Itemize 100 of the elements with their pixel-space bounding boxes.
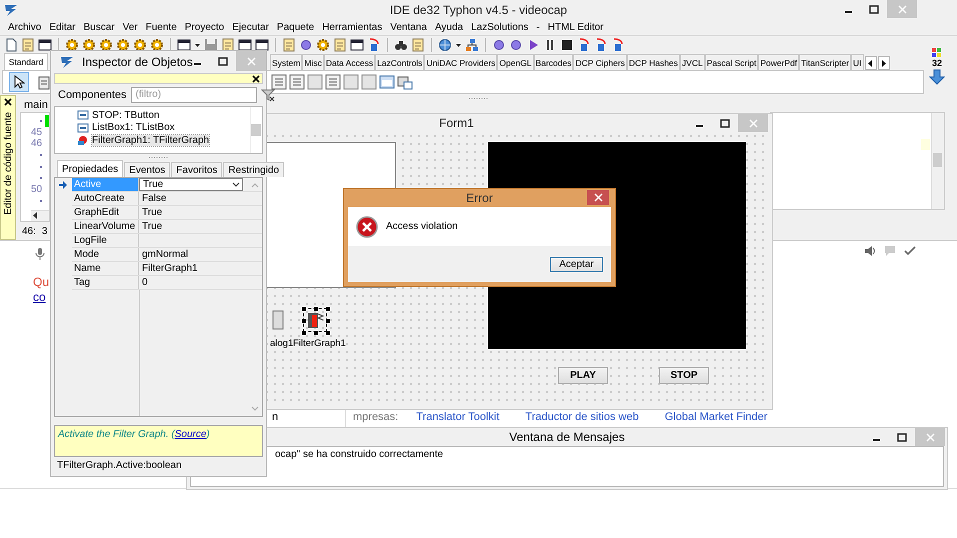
inspector-tab[interactable]: Eventos [124,162,170,177]
palette-tab[interactable]: LazControls [375,54,424,70]
accept-button[interactable]: Aceptar [550,256,603,272]
list-component-icon[interactable] [271,74,287,90]
palette-tab[interactable]: PowerPdf [758,54,800,70]
footer-link[interactable]: Translator Toolkit [416,411,500,423]
maximize-icon[interactable] [869,4,879,14]
tree-item[interactable]: FilterGraph1: TFilterGraph [92,134,210,146]
palette-tab[interactable]: UI [851,54,864,70]
gear-icon[interactable] [82,38,96,52]
filter-field[interactable]: (filtro) [130,86,256,102]
panel-component-icon[interactable] [343,74,359,90]
palette-tab[interactable]: Standard [4,53,48,70]
inspector-tab[interactable]: Restringido [223,162,284,177]
window-icon[interactable] [255,38,269,52]
menu-item[interactable]: Fuente [142,20,181,35]
gear-icon[interactable] [99,38,113,52]
step-arrow-icon[interactable] [611,38,625,52]
close-button[interactable] [587,190,609,205]
footer-link[interactable]: Traductor de sitios web [525,411,639,423]
inspector-tab[interactable]: Favoritos [171,162,222,177]
list-component-icon[interactable] [325,74,341,90]
palette-tab[interactable]: DCP Ciphers [573,54,627,70]
form-button[interactable]: STOP [659,367,709,384]
menu-item[interactable]: Ejecutar [228,20,273,35]
notepad-icon[interactable] [333,38,347,52]
menu-item[interactable]: Ventana [386,20,431,35]
menu-item[interactable]: Buscar [79,20,119,35]
notepad-icon[interactable] [21,38,35,52]
maximize-icon[interactable] [720,118,730,128]
palette-tab[interactable]: TitanScripter [799,54,852,70]
filter-clear-icon[interactable] [260,88,274,102]
notepad-icon[interactable] [221,38,235,52]
panel-component-icon[interactable] [361,74,377,90]
scroll-right-button[interactable] [878,56,890,70]
down-arrow-icon[interactable] [929,69,945,85]
list-component-icon[interactable] [289,74,305,90]
speaker-icon[interactable] [864,245,876,257]
menu-item[interactable]: Ver [118,20,142,35]
menu-item[interactable]: LazSolutions [467,20,532,35]
editor-tab[interactable]: main [20,95,50,112]
window-icon[interactable] [238,38,252,52]
menu-item[interactable]: Herramientas [318,20,386,35]
close-icon[interactable] [252,74,260,82]
menu-item[interactable]: HTML Editor [544,20,608,35]
window-icon[interactable] [38,38,52,52]
network-icon[interactable] [465,38,479,52]
gear-icon[interactable] [65,38,79,52]
checkmark-icon[interactable] [904,245,916,257]
step-arrow-icon[interactable] [367,38,381,52]
menu-item[interactable]: Paquete [272,20,318,35]
pointer-tool[interactable] [9,72,29,92]
palette-tab[interactable]: Misc [302,54,324,70]
filter-component-icon[interactable] [305,310,325,330]
scrollbar-thumb[interactable] [251,124,261,136]
menu-item[interactable]: Editar [45,20,80,35]
palette-tab[interactable]: JVCL [680,54,705,70]
maximize-icon[interactable] [897,432,907,442]
window-icon[interactable] [350,38,364,52]
gear-icon[interactable] [316,38,330,52]
gear-icon[interactable] [150,38,164,52]
microphone-icon[interactable] [35,247,45,261]
step-arrow-icon[interactable] [577,38,591,52]
menu-item[interactable]: - [532,20,544,35]
circle-icon[interactable] [509,38,523,52]
circle-icon[interactable] [299,38,313,52]
tree-item[interactable]: ListBox1: TListBox [92,122,175,134]
palette-tab[interactable]: OpenGL [497,54,534,70]
gear-icon[interactable] [133,38,147,52]
inspector-tab[interactable]: Propiedades [57,160,124,177]
source-link[interactable]: Source [174,429,206,440]
menu-component-icon[interactable] [37,74,51,90]
menu-item[interactable]: Proyecto [180,20,228,35]
circle-icon[interactable] [492,38,506,52]
window-component-icon[interactable] [379,74,395,90]
notepad-icon[interactable] [282,38,296,52]
tree-item[interactable]: STOP: TButton [92,110,160,121]
step-arrow-icon[interactable] [594,38,608,52]
grid-component-icon[interactable] [397,74,413,90]
gear-icon[interactable] [116,38,130,52]
notepad-icon[interactable] [411,38,425,52]
close-icon[interactable] [4,98,12,106]
maximize-icon[interactable] [218,56,228,66]
scroll-left-button[interactable] [864,56,877,70]
form-button[interactable]: PLAY [558,367,608,384]
dropdown-caret-icon[interactable] [232,182,240,188]
dialog-component-icon[interactable] [272,310,284,330]
palette-tab[interactable]: DCP Hashes [626,54,680,70]
menu-item[interactable]: Archivo [4,20,46,35]
window-icon[interactable] [177,38,191,52]
globe-icon[interactable] [438,38,452,52]
palette-tab[interactable]: UniDAC Providers [424,54,498,70]
palette-tab[interactable]: System [270,54,302,70]
palette-tab[interactable]: Data Access [324,54,376,70]
palette-tab[interactable]: Pascal Script [704,54,758,70]
palette-tab[interactable]: Barcodes [534,54,574,70]
scroll-left-icon[interactable] [33,212,38,219]
panel-component-icon[interactable] [307,74,323,90]
footer-link[interactable]: Global Market Finder [664,411,768,423]
stop-icon[interactable] [560,38,574,52]
